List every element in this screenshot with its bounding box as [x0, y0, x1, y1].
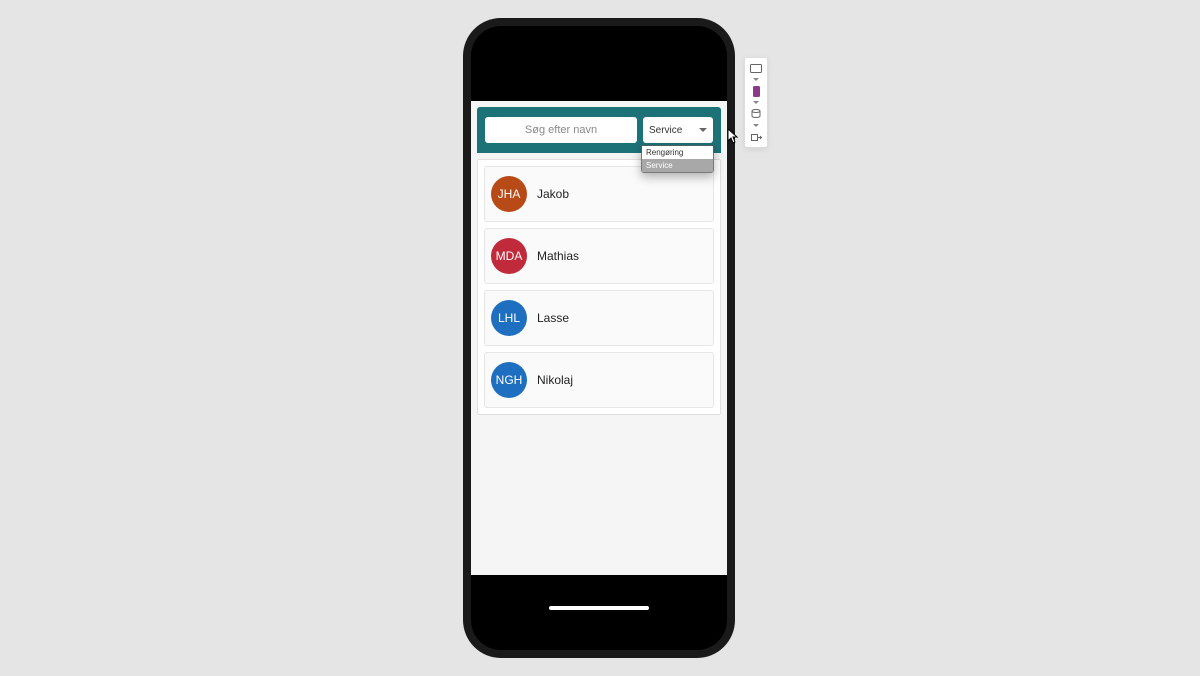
- avatar: JHA: [491, 176, 527, 212]
- dropdown-selected-label: Service: [649, 125, 682, 136]
- people-list: JHA Jakob MDA Mathias LHL Lasse NGH Niko…: [477, 159, 721, 415]
- phone-screen-outer: Service Rengøring Service JHA Jakob MDA …: [471, 26, 727, 650]
- avatar: LHL: [491, 300, 527, 336]
- dropdown-option[interactable]: Service: [642, 159, 713, 172]
- tablet-icon[interactable]: [748, 62, 764, 74]
- person-name: Lasse: [537, 311, 569, 325]
- avatar: MDA: [491, 238, 527, 274]
- chevron-down-icon[interactable]: [753, 101, 759, 104]
- dropdown-menu: Rengøring Service: [641, 145, 714, 173]
- chevron-down-icon: [699, 128, 707, 132]
- person-name: Mathias: [537, 249, 579, 263]
- app-screen: Service Rengøring Service JHA Jakob MDA …: [471, 101, 727, 575]
- avatar: NGH: [491, 362, 527, 398]
- chevron-down-icon[interactable]: [753, 78, 759, 81]
- list-item[interactable]: NGH Nikolaj: [484, 352, 714, 408]
- device-toolbar: [744, 57, 768, 148]
- person-name: Nikolaj: [537, 373, 573, 387]
- person-name: Jakob: [537, 187, 569, 201]
- phone-icon[interactable]: [748, 85, 764, 97]
- export-icon[interactable]: [748, 131, 764, 143]
- list-item[interactable]: MDA Mathias: [484, 228, 714, 284]
- list-item[interactable]: JHA Jakob: [484, 166, 714, 222]
- chevron-down-icon[interactable]: [753, 124, 759, 127]
- search-bar: Service Rengøring Service: [477, 107, 721, 153]
- dropdown-option[interactable]: Rengøring: [642, 146, 713, 159]
- home-indicator: [549, 606, 649, 610]
- search-input[interactable]: [485, 117, 637, 143]
- list-item[interactable]: LHL Lasse: [484, 290, 714, 346]
- service-dropdown[interactable]: Service Rengøring Service: [643, 117, 713, 143]
- phone-frame: Service Rengøring Service JHA Jakob MDA …: [463, 18, 735, 658]
- database-icon[interactable]: [748, 108, 764, 120]
